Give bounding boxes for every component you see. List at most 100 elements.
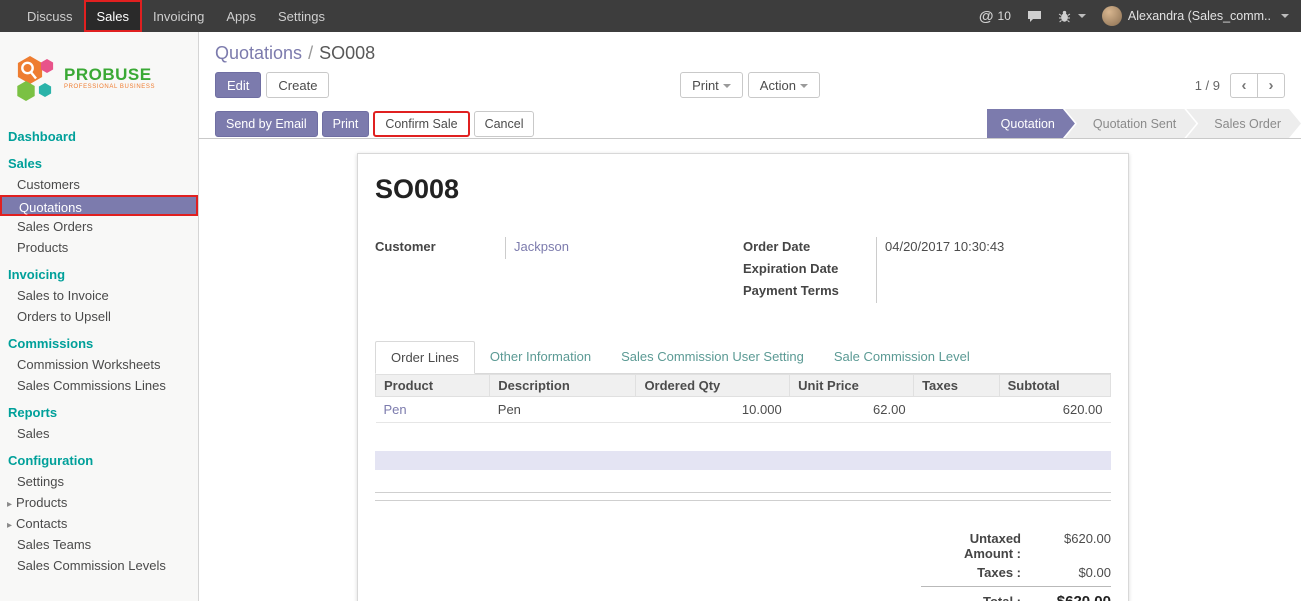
document-title: SO008 xyxy=(375,174,1111,205)
logo-title: PROBUSE xyxy=(64,66,155,84)
activity-count: 10 xyxy=(998,9,1011,23)
sidebar-item-sales-to-invoice[interactable]: Sales to Invoice xyxy=(0,285,198,306)
debug-menu[interactable] xyxy=(1058,10,1086,23)
separator-line xyxy=(375,500,1111,501)
user-menu[interactable]: Alexandra (Sales_comm.. xyxy=(1102,6,1289,26)
menu-sales[interactable]: Sales xyxy=(84,0,143,32)
activities-indicator[interactable]: @ 10 xyxy=(979,8,1011,25)
print-menu-label: Print xyxy=(692,78,719,93)
state-quotation-sent[interactable]: Quotation Sent xyxy=(1065,109,1196,138)
column-header-description[interactable]: Description xyxy=(490,375,636,397)
sidebar-item-products[interactable]: Products xyxy=(0,237,198,258)
messages-icon[interactable] xyxy=(1027,10,1042,23)
untaxed-amount-value: $620.00 xyxy=(1033,531,1111,546)
caret-down-icon xyxy=(1078,14,1086,18)
empty-section-row xyxy=(375,451,1111,470)
avatar xyxy=(1102,6,1122,26)
notebook-tabs: Order Lines Other Information Sales Comm… xyxy=(375,341,1111,374)
tab-sales-commission-user-setting[interactable]: Sales Commission User Setting xyxy=(606,341,819,373)
breadcrumb: Quotations/SO008 xyxy=(199,32,1301,64)
menu-invoicing[interactable]: Invoicing xyxy=(142,0,215,32)
payment-terms-value xyxy=(876,281,1111,303)
order-lines-table: Product Description Ordered Qty Unit Pri… xyxy=(375,374,1111,423)
at-icon: @ xyxy=(979,8,994,25)
topbar-right: @ 10 Alexandra (Sales_comm.. xyxy=(979,0,1301,32)
tab-sale-commission-level[interactable]: Sale Commission Level xyxy=(819,341,985,373)
create-button[interactable]: Create xyxy=(266,72,329,98)
sidebar-item-sales-teams[interactable]: Sales Teams xyxy=(0,534,198,555)
menu-discuss[interactable]: Discuss xyxy=(16,0,84,32)
screen: Discuss Sales Invoicing Apps Settings @ … xyxy=(0,0,1301,601)
sidebar-item-reports-sales[interactable]: Sales xyxy=(0,423,198,444)
edit-button[interactable]: Edit xyxy=(215,72,261,98)
sidebar-item-sales-commissions-lines[interactable]: Sales Commissions Lines xyxy=(0,375,198,396)
sidebar-heading-commissions[interactable]: Commissions xyxy=(0,333,198,354)
untaxed-amount-label: Untaxed Amount : xyxy=(921,531,1033,561)
unit-price-cell: 62.00 xyxy=(790,397,914,423)
sidebar: PROBUSE PROFESSIONAL BUSINESS Dashboard … xyxy=(0,32,199,601)
customer-value-link[interactable]: Jackpson xyxy=(514,239,569,254)
sidebar-item-config-products[interactable]: ▸ Products xyxy=(0,492,198,513)
sidebar-item-orders-to-upsell[interactable]: Orders to Upsell xyxy=(0,306,198,327)
column-header-taxes[interactable]: Taxes xyxy=(914,375,1000,397)
cancel-button[interactable]: Cancel xyxy=(474,111,535,137)
order-date-label: Order Date xyxy=(743,237,876,259)
field-group-left: Customer Jackpson xyxy=(375,237,743,303)
caret-down-icon xyxy=(1281,14,1289,18)
form-sheet: SO008 Customer Jackpson Order Date 04/20… xyxy=(357,153,1129,601)
total-label: Total : xyxy=(921,594,1033,601)
sidebar-item-sales-commission-levels[interactable]: Sales Commission Levels xyxy=(0,555,198,576)
statusbar-row: Send by Email Print Confirm Sale Cancel … xyxy=(199,109,1301,139)
topbar: Discuss Sales Invoicing Apps Settings @ … xyxy=(0,0,1301,32)
top-nav: Discuss Sales Invoicing Apps Settings xyxy=(0,0,336,32)
caret-down-icon xyxy=(800,84,808,88)
sidebar-item-settings[interactable]: Settings xyxy=(0,471,198,492)
print-button[interactable]: Print xyxy=(322,111,370,137)
product-cell: Pen xyxy=(384,402,407,417)
tab-order-lines[interactable]: Order Lines xyxy=(375,341,475,374)
sidebar-item-sales-orders[interactable]: Sales Orders xyxy=(0,216,198,237)
sidebar-heading-invoicing[interactable]: Invoicing xyxy=(0,264,198,285)
main-content: Quotations/SO008 Edit Create Print Actio… xyxy=(199,32,1301,601)
sidebar-heading-reports[interactable]: Reports xyxy=(0,402,198,423)
pager-previous-button[interactable]: ‹ xyxy=(1230,73,1258,98)
ordered-qty-cell: 10.000 xyxy=(636,397,790,423)
sidebar-item-contacts[interactable]: ▸Contacts xyxy=(0,513,198,534)
sidebar-heading-sales[interactable]: Sales xyxy=(0,153,198,174)
chat-bubble-icon xyxy=(1027,10,1042,23)
menu-apps[interactable]: Apps xyxy=(215,0,267,32)
column-header-ordered-qty[interactable]: Ordered Qty xyxy=(636,375,790,397)
pager-counter: 1 / 9 xyxy=(1195,78,1220,93)
column-header-product[interactable]: Product xyxy=(376,375,490,397)
sidebar-heading-dashboard[interactable]: Dashboard xyxy=(0,126,198,147)
breadcrumb-quotations-link[interactable]: Quotations xyxy=(215,43,302,63)
confirm-sale-button[interactable]: Confirm Sale xyxy=(373,111,469,137)
pager-next-button[interactable]: › xyxy=(1257,73,1285,98)
column-header-subtotal[interactable]: Subtotal xyxy=(999,375,1110,397)
action-menu-label: Action xyxy=(760,78,796,93)
app-logo: PROBUSE PROFESSIONAL BUSINESS xyxy=(0,32,198,120)
sidebar-heading-configuration[interactable]: Configuration xyxy=(0,450,198,471)
action-menu-button[interactable]: Action xyxy=(748,72,820,98)
expand-arrow-icon: ▸ xyxy=(7,499,12,510)
sidebar-item-customers[interactable]: Customers xyxy=(0,174,198,195)
state-quotation[interactable]: Quotation xyxy=(987,109,1075,138)
print-menu-button[interactable]: Print xyxy=(680,72,743,98)
send-by-email-button[interactable]: Send by Email xyxy=(215,111,318,137)
payment-terms-label: Payment Terms xyxy=(743,281,876,303)
description-cell: Pen xyxy=(490,397,636,423)
sidebar-item-label: Products xyxy=(16,495,67,510)
control-panel: Edit Create Print Action 1 / 9 ‹ › xyxy=(199,64,1301,98)
state-sales-order[interactable]: Sales Order xyxy=(1186,109,1301,138)
sidebar-item-quotations[interactable]: Quotations xyxy=(0,195,198,216)
separator-line xyxy=(375,492,1111,493)
column-header-unit-price[interactable]: Unit Price xyxy=(790,375,914,397)
table-row[interactable]: Pen Pen 10.000 62.00 620.00 xyxy=(376,397,1111,423)
menu-settings[interactable]: Settings xyxy=(267,0,336,32)
tab-other-information[interactable]: Other Information xyxy=(475,341,606,373)
sidebar-item-commission-worksheets[interactable]: Commission Worksheets xyxy=(0,354,198,375)
taxes-total-label: Taxes : xyxy=(921,565,1033,580)
logo-text: PROBUSE PROFESSIONAL BUSINESS xyxy=(64,66,155,90)
expiration-date-value xyxy=(876,259,1111,281)
subtotal-cell: 620.00 xyxy=(999,397,1110,423)
